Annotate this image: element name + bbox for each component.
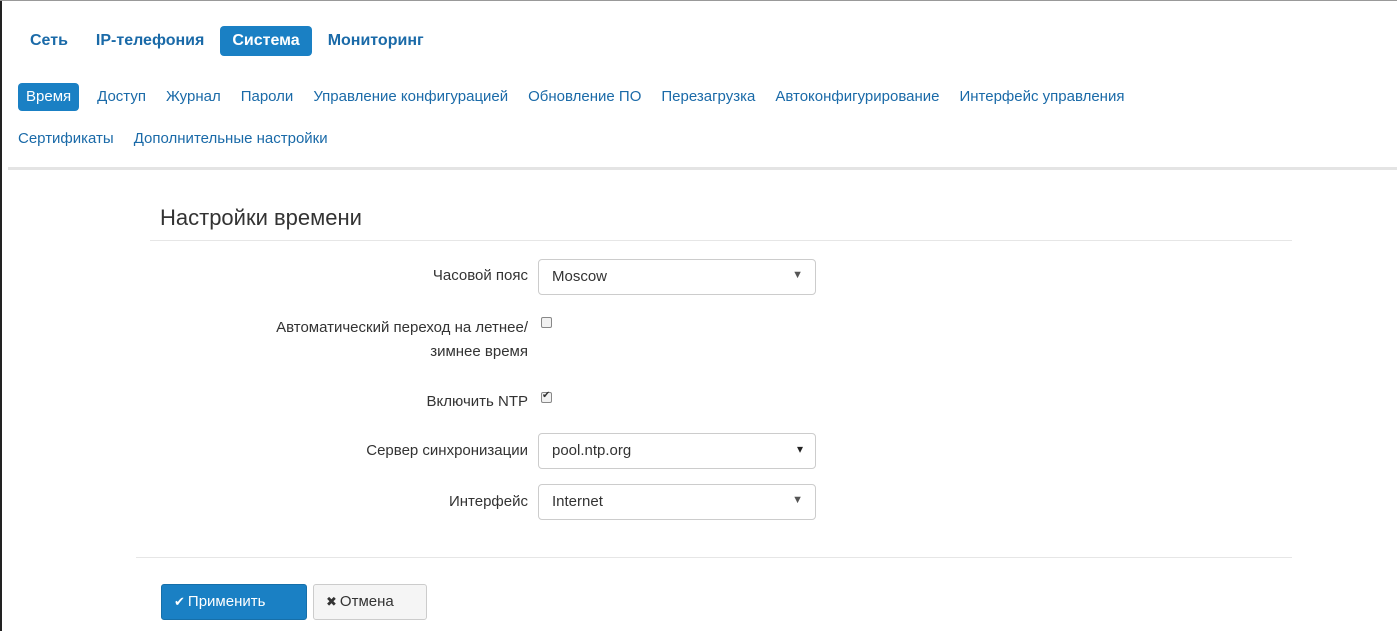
timezone-value: Moscow (552, 268, 608, 285)
subtab-time[interactable]: Время (18, 83, 80, 111)
window-border-top (0, 0, 1397, 1)
subtab-firmware-update[interactable]: Обновление ПО (528, 83, 641, 111)
page-title: Настройки времени (160, 205, 362, 230)
footer-divider (136, 557, 1292, 558)
nav-divider (8, 167, 1397, 170)
top-navigation: Сеть IP-телефония Система Мониторинг (18, 26, 440, 56)
dst-label: Автоматический переход на летнее/ зимнее… (276, 319, 528, 360)
subtab-autoprovisioning[interactable]: Автоконфигурирование (775, 83, 939, 111)
ntp-label: Включить NTP (426, 393, 528, 410)
checkmark-icon: ✔ (174, 595, 185, 610)
dropdown-arrow-icon: ▼ (792, 269, 803, 281)
timezone-label: Часовой пояс (432, 267, 528, 284)
ntp-checkbox[interactable] (541, 390, 552, 403)
tab-monitoring[interactable]: Мониторинг (316, 26, 436, 56)
sub-navigation: Время Доступ Журнал Пароли Управление ко… (18, 82, 1397, 154)
tab-ip-telephony[interactable]: IP-телефония (84, 26, 216, 56)
server-label: Сервер синхронизации (366, 442, 528, 459)
subtab-management-interface[interactable]: Интерфейс управления (959, 83, 1124, 111)
dropdown-arrow-icon: ▼ (792, 494, 803, 506)
subtab-certificates[interactable]: Сертификаты (18, 125, 114, 153)
tab-network[interactable]: Сеть (18, 26, 80, 56)
interface-label: Интерфейс (448, 493, 528, 510)
close-icon: ✖ (326, 595, 337, 610)
subtab-access[interactable]: Доступ (97, 83, 146, 111)
window-border (0, 0, 2, 631)
caret-down-icon: ▾ (796, 442, 803, 456)
interface-value: Internet (552, 493, 603, 510)
subtab-log[interactable]: Журнал (166, 83, 221, 111)
title-divider (150, 240, 1292, 241)
subtab-advanced-settings[interactable]: Дополнительные настройки (134, 125, 328, 153)
tab-system[interactable]: Система (220, 26, 312, 56)
server-value: pool.ntp.org (552, 442, 632, 459)
interface-select[interactable]: Internet ▼ (538, 484, 816, 520)
cancel-button[interactable]: ✖ Отмена (313, 584, 427, 620)
subtab-config-management[interactable]: Управление конфигурацией (313, 83, 508, 111)
subtab-reboot[interactable]: Перезагрузка (661, 83, 755, 111)
subtab-passwords[interactable]: Пароли (241, 83, 294, 111)
server-combobox[interactable]: pool.ntp.org ▾ (538, 433, 816, 469)
timezone-select[interactable]: Moscow ▼ (538, 259, 816, 295)
dst-checkbox[interactable] (541, 317, 552, 328)
apply-button[interactable]: ✔ Применить (161, 584, 307, 620)
